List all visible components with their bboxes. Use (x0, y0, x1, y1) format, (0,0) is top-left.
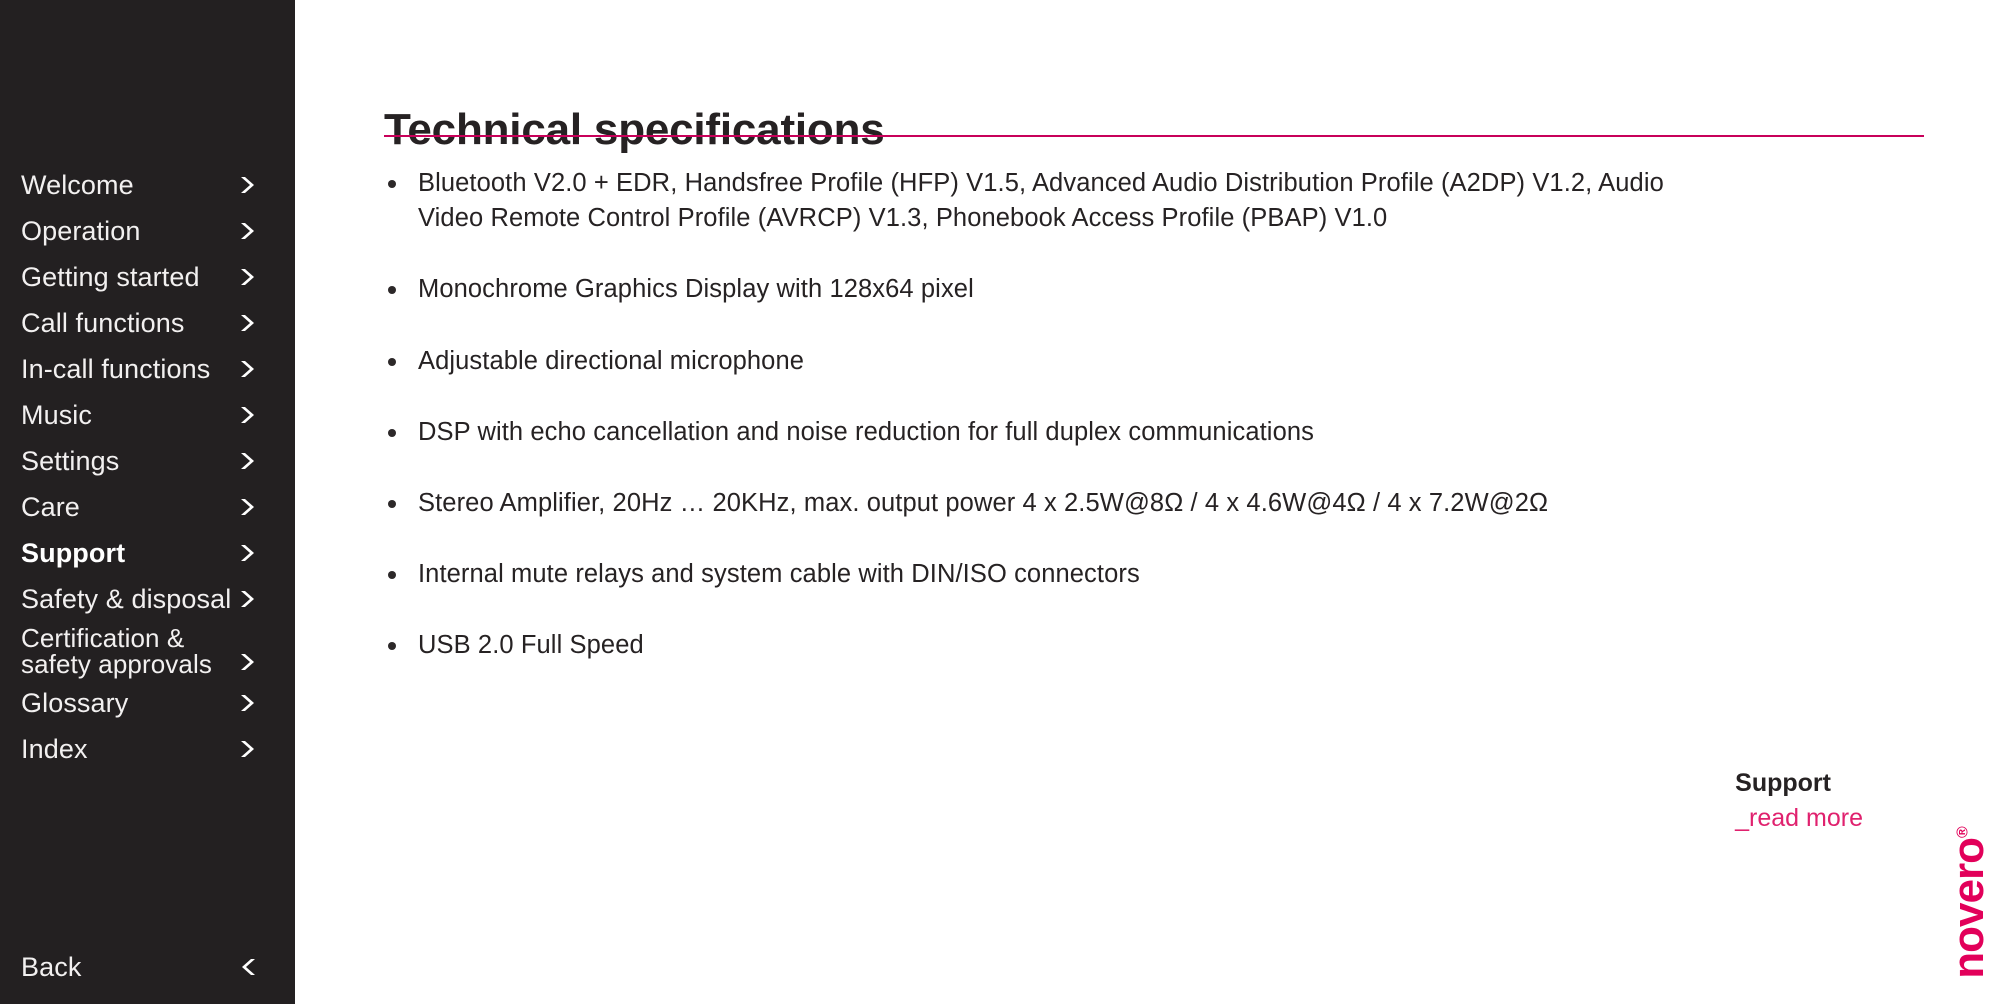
sidebar-item-index[interactable]: Index (0, 726, 295, 772)
list-item: Monochrome Graphics Display with 128x64 … (384, 272, 1944, 307)
chevron-right-icon (237, 358, 259, 380)
sidebar-item-label: Index (21, 733, 88, 764)
list-item: Adjustable directional microphone (384, 344, 1944, 379)
spec-text: Monochrome Graphics Display with 128x64 … (418, 275, 974, 304)
chevron-right-icon (237, 588, 259, 610)
technical-specifications-list: Bluetooth V2.0 + EDR, Handsfree Profile … (384, 166, 1944, 700)
list-item: USB 2.0 Full Speed (384, 628, 1944, 663)
sidebar-item-music[interactable]: Music (0, 392, 295, 438)
sidebar-item-glossary[interactable]: Glossary (0, 680, 295, 726)
sidebar-item-getting-started[interactable]: Getting started (0, 254, 295, 300)
bullet-icon (388, 357, 396, 366)
spec-text: Stereo Amplifier, 20Hz … 20KHz, max. out… (418, 488, 1549, 517)
sidebar-item-label: Support (21, 537, 126, 568)
sidebar-item-label: Safety & disposal (21, 583, 232, 614)
sidebar-item-label: Call functions (21, 307, 185, 338)
list-item: Bluetooth V2.0 + EDR, Handsfree Profile … (384, 166, 1944, 236)
novero-logo: novero® (1944, 808, 1990, 998)
chevron-right-icon (237, 174, 259, 196)
title-underline-rule (384, 135, 1924, 137)
sidebar-item-certification-safety-approvals[interactable]: Certification & safety approvals (0, 622, 295, 680)
chevron-right-icon (237, 312, 259, 334)
bullet-icon (388, 428, 396, 437)
list-item: Stereo Amplifier, 20Hz … 20KHz, max. out… (384, 486, 1944, 521)
list-item: Internal mute relays and system cable wi… (384, 557, 1944, 592)
chevron-right-icon (237, 496, 259, 518)
bullet-icon (388, 642, 396, 651)
sidebar-nav: Welcome Operation Getting started Call f… (0, 162, 295, 772)
page-title: Technical specifications (384, 105, 885, 155)
sidebar-item-label: Welcome (21, 169, 134, 200)
chevron-right-icon (237, 651, 259, 673)
chevron-left-icon (237, 956, 259, 978)
back-button[interactable]: Back (0, 944, 295, 990)
main-content: Technical specifications Bluetooth V2.0 … (295, 0, 1990, 1004)
sidebar-item-label: Operation (21, 215, 141, 246)
list-item: DSP with echo cancellation and noise red… (384, 415, 1944, 450)
chevron-right-icon (237, 738, 259, 760)
spec-text: Internal mute relays and system cable wi… (418, 560, 1140, 589)
sidebar-item-support[interactable]: Support (0, 530, 295, 576)
sidebar-item-label: Settings (21, 445, 120, 476)
sidebar-item-welcome[interactable]: Welcome (0, 162, 295, 208)
chevron-right-icon (237, 692, 259, 714)
support-block-title: Support (1735, 769, 1831, 797)
spec-text: Bluetooth V2.0 + EDR, Handsfree Profile … (418, 169, 1664, 233)
registered-trademark-mark: ® (1954, 827, 1972, 839)
logo-wordmark: novero® (1944, 827, 1990, 979)
sidebar-item-label: In-call functions (21, 353, 211, 384)
sidebar-item-call-functions[interactable]: Call functions (0, 300, 295, 346)
chevron-right-icon (237, 220, 259, 242)
chevron-right-icon (237, 404, 259, 426)
sidebar-item-settings[interactable]: Settings (0, 438, 295, 484)
sidebar-item-label: Getting started (21, 261, 200, 292)
back-button-label: Back (21, 951, 82, 982)
sidebar-item-in-call-functions[interactable]: In-call functions (0, 346, 295, 392)
sidebar-item-operation[interactable]: Operation (0, 208, 295, 254)
sidebar-item-safety-disposal[interactable]: Safety & disposal (0, 576, 295, 622)
chevron-right-icon (237, 266, 259, 288)
sidebar-item-label: Glossary (21, 687, 129, 718)
sidebar-item-care[interactable]: Care (0, 484, 295, 530)
sidebar: Welcome Operation Getting started Call f… (0, 0, 295, 1004)
sidebar-item-label: Music (21, 399, 93, 430)
sidebar-item-label: Certification & safety approvals (21, 623, 212, 679)
spec-text: USB 2.0 Full Speed (418, 631, 644, 660)
chevron-right-icon (237, 450, 259, 472)
support-link-block: Support _read more (1735, 768, 1863, 835)
spec-text: Adjustable directional microphone (418, 346, 805, 375)
bullet-icon (388, 286, 396, 295)
chevron-right-icon (237, 542, 259, 564)
bullet-icon (388, 180, 396, 188)
read-more-link[interactable]: _read more (1735, 803, 1863, 834)
sidebar-item-label: Care (21, 491, 80, 522)
bullet-icon (388, 571, 396, 580)
bullet-icon (388, 499, 396, 508)
spec-text: DSP with echo cancellation and noise red… (418, 417, 1314, 446)
logo-wordmark-text: novero (1944, 838, 1990, 979)
